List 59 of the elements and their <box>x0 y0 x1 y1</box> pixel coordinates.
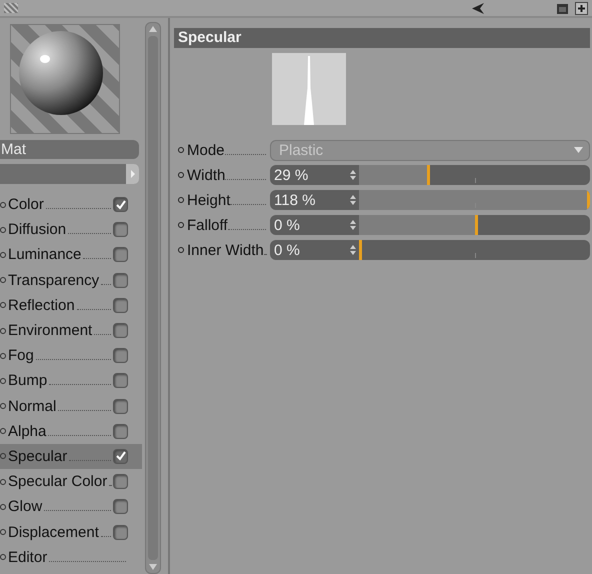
down-arrow-icon[interactable] <box>149 564 157 570</box>
channel-item[interactable]: Specular Color <box>0 469 142 494</box>
number-field[interactable]: 0 % <box>270 215 359 235</box>
checkbox[interactable] <box>113 448 128 464</box>
channel-item[interactable]: Glow <box>0 494 142 520</box>
param-label: Falloff <box>187 216 228 234</box>
window-icon[interactable] <box>556 2 569 14</box>
checkbox[interactable] <box>113 524 128 540</box>
channel-item[interactable]: Specular <box>0 444 142 470</box>
checkbox[interactable] <box>113 323 128 338</box>
number-field[interactable]: 29 % <box>270 165 359 185</box>
checkbox[interactable] <box>113 373 128 388</box>
slider-handle[interactable] <box>475 215 478 235</box>
channel-item[interactable]: Diffusion <box>0 217 142 242</box>
slider-handle[interactable] <box>587 190 590 210</box>
checkbox[interactable] <box>113 247 128 262</box>
checkbox[interactable] <box>113 499 128 514</box>
checkbox[interactable] <box>113 474 128 490</box>
channel-item[interactable]: Color <box>0 192 142 218</box>
dropdown-field[interactable] <box>0 164 139 184</box>
spinner-icon[interactable] <box>350 245 356 255</box>
channel-item[interactable]: Editor <box>0 544 142 570</box>
channel-item[interactable]: Normal <box>0 394 142 419</box>
channel-item[interactable]: Bump <box>0 368 142 394</box>
number-field[interactable]: 118 % <box>270 190 359 210</box>
section-header: Specular <box>174 28 590 48</box>
checkbox[interactable] <box>113 197 128 212</box>
channel-item[interactable]: Transparency <box>0 268 142 293</box>
checkbox[interactable] <box>113 272 128 288</box>
up-arrow-icon[interactable] <box>149 26 157 32</box>
channel-item[interactable]: Environment <box>0 318 142 344</box>
arrow-icon <box>128 169 136 179</box>
channel-item[interactable]: Alpha <box>0 418 142 444</box>
checkbox[interactable] <box>113 222 128 238</box>
spinner-icon[interactable] <box>350 195 356 205</box>
number-field[interactable]: 0 % <box>270 240 359 260</box>
param-label: Inner Width <box>187 242 264 258</box>
spinner-icon[interactable] <box>350 170 356 180</box>
param-label: Height <box>187 192 230 208</box>
checkbox[interactable] <box>113 398 128 414</box>
scrollbar[interactable] <box>145 22 161 574</box>
slider-handle[interactable] <box>359 240 362 260</box>
material-name-field[interactable]: Mat <box>0 140 139 159</box>
param-label: Width <box>187 166 226 184</box>
param-label: Mode <box>187 142 225 158</box>
slider-handle[interactable] <box>427 165 430 185</box>
channel-item[interactable]: Displacement <box>0 519 142 545</box>
hatched-icon <box>4 3 18 13</box>
channel-item[interactable]: Luminance <box>0 242 142 268</box>
spinner-icon[interactable] <box>350 220 356 230</box>
arrow-button[interactable] <box>126 164 139 184</box>
checkbox[interactable] <box>113 348 128 364</box>
plus-icon[interactable] <box>575 2 588 14</box>
checkbox[interactable] <box>113 298 128 313</box>
caret-icon <box>574 147 583 153</box>
channel-item[interactable]: Fog <box>0 343 142 368</box>
channel-item[interactable]: Reflection <box>0 292 142 318</box>
left-arrow-icon[interactable] <box>471 2 484 14</box>
checkbox[interactable] <box>113 424 128 439</box>
